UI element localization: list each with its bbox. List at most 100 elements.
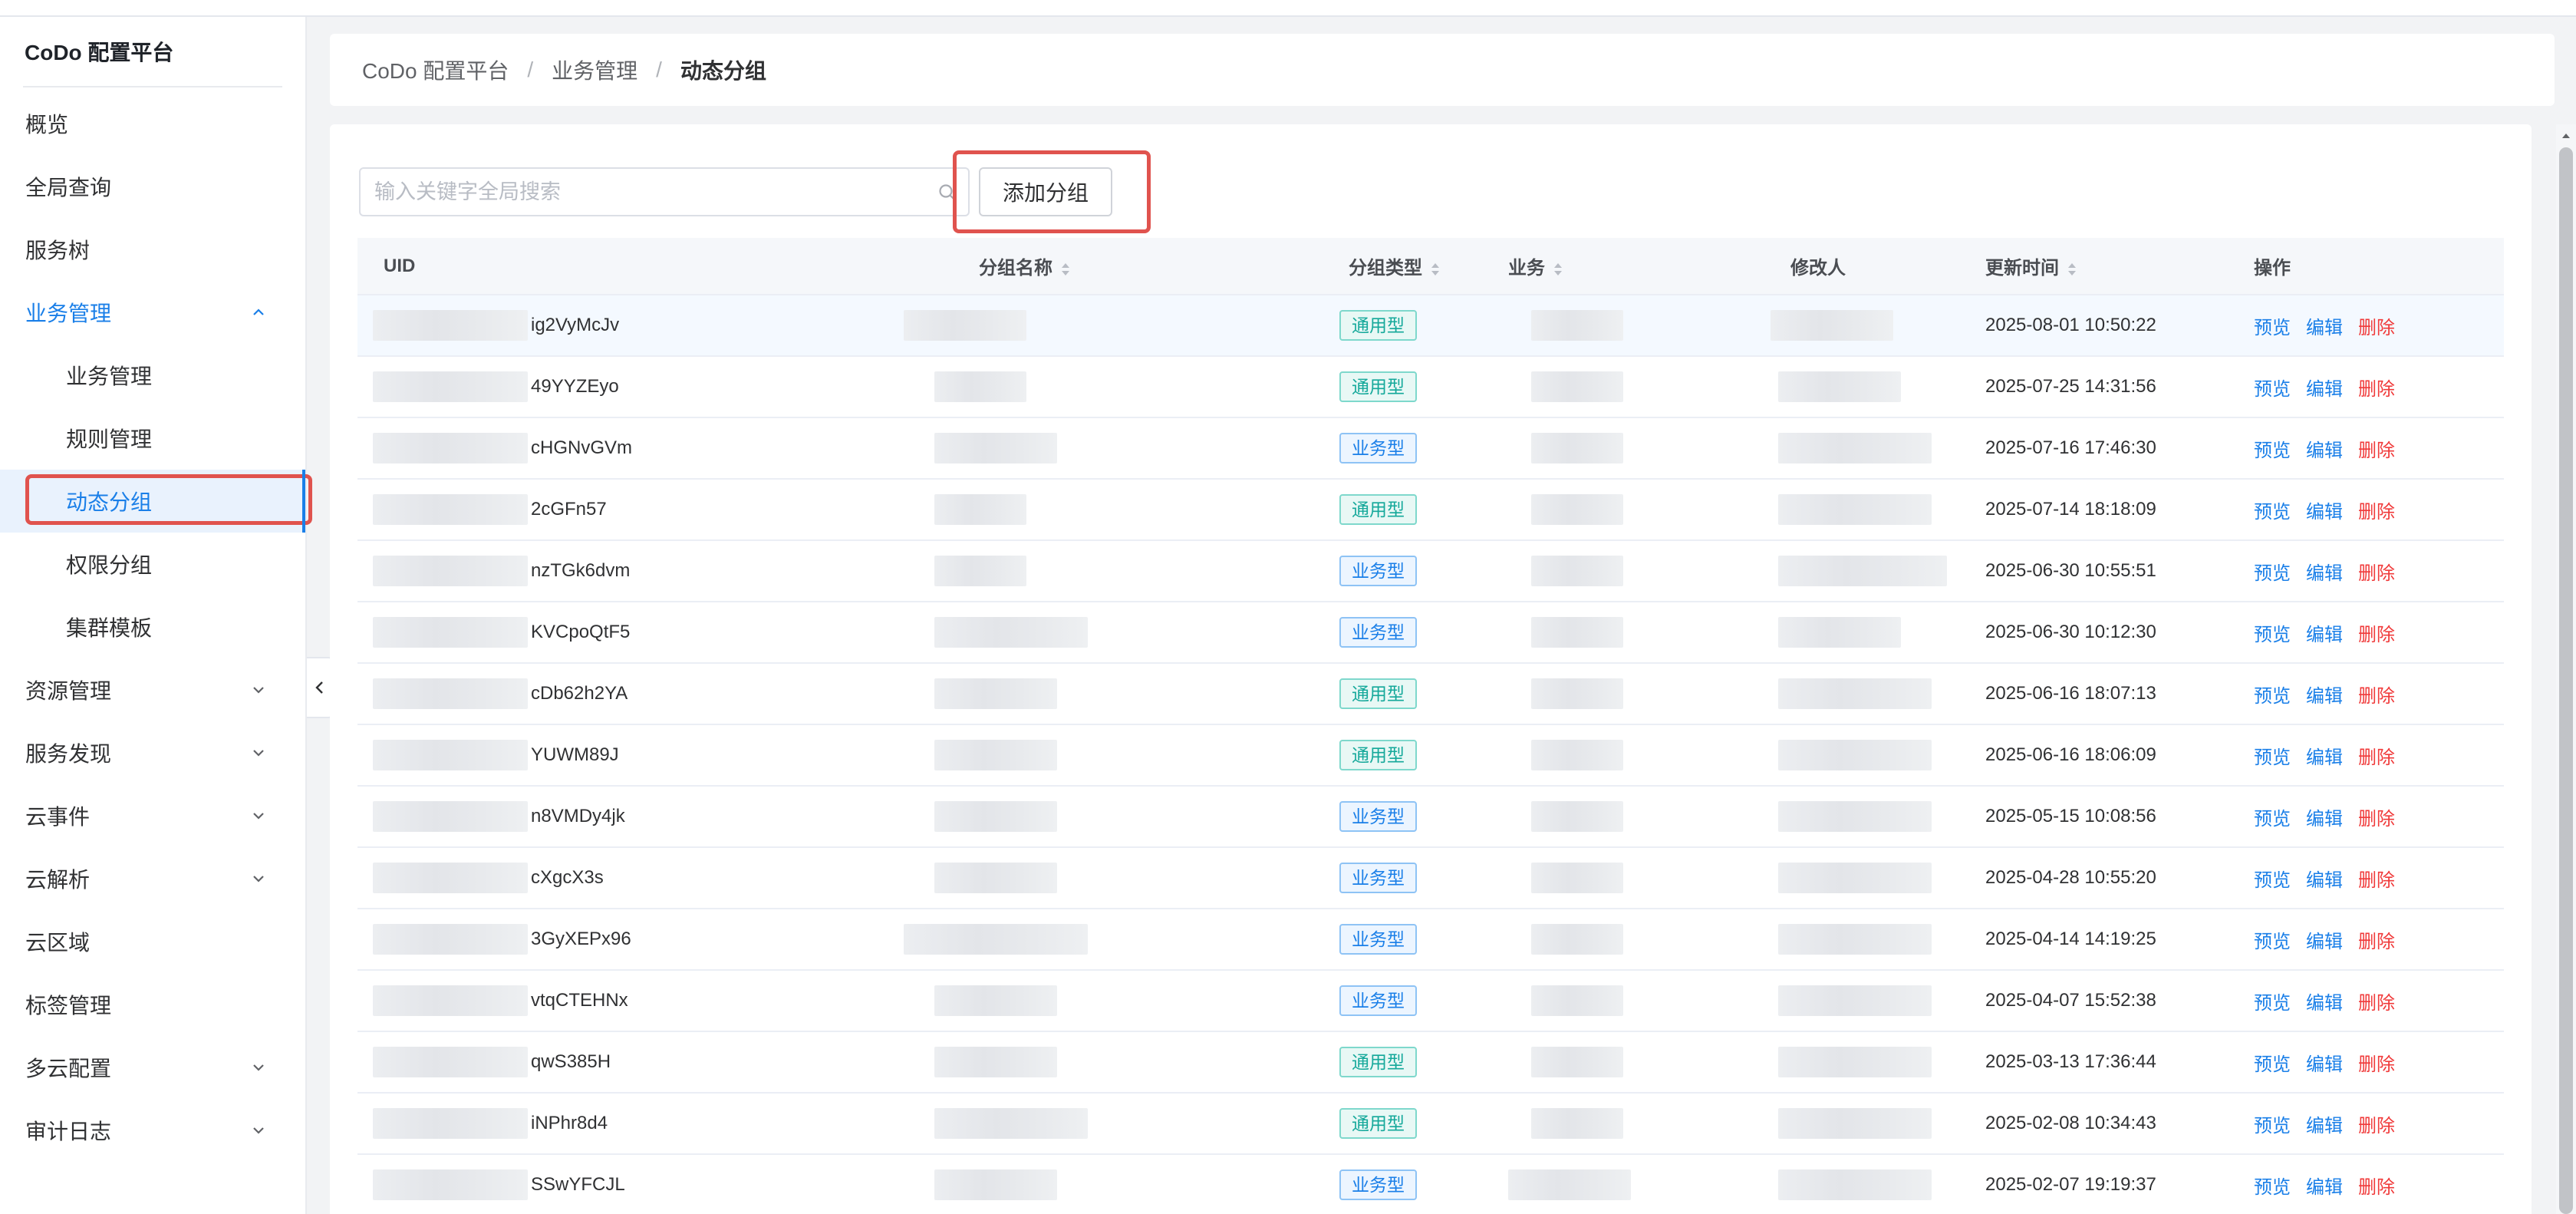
delete-link[interactable]: 删除 [2358,374,2395,401]
sidebar-item[interactable]: 概览 [0,92,305,155]
redacted-modifier [1778,494,1932,525]
table-row[interactable]: vtqCTEHNx 业务型 2025-04-07 15:52:38 预览 编辑 删除 [357,970,2504,1032]
preview-link[interactable]: 预览 [2254,374,2291,401]
sidebar-subitem[interactable]: 业务管理 [0,344,305,407]
table-row[interactable]: qwS385H 通用型 2025-03-13 17:36:44 预览 编辑 删除 [357,1031,2504,1094]
edit-link[interactable]: 编辑 [2306,865,2343,892]
sidebar-item[interactable]: 标签管理 [0,973,305,1036]
table-row[interactable]: nzTGk6dvm 业务型 2025-06-30 10:55:51 预览 编辑 删除 [357,540,2504,602]
sidebar-item[interactable]: 云解析 [0,847,305,910]
edit-link[interactable]: 编辑 [2306,926,2343,953]
sort-caret-icon[interactable] [2067,260,2077,279]
actions-cell: 预览 编辑 删除 [2238,417,2504,480]
sidebar-item[interactable]: 审计日志 [0,1099,305,1162]
column-header[interactable]: 分组类型 [1238,238,1508,295]
sort-caret-icon[interactable] [1553,260,1563,279]
sidebar-item[interactable]: 业务管理 [0,281,305,344]
sidebar-subitem[interactable]: 集群模板 [0,595,305,658]
column-header: 修改人 [1771,238,1962,295]
business-cell [1508,663,1771,725]
delete-link[interactable]: 删除 [2358,1049,2395,1076]
preview-link[interactable]: 预览 [2254,619,2291,646]
delete-link[interactable]: 删除 [2358,1172,2395,1199]
breadcrumb-item-business[interactable]: 业务管理 [552,54,637,85]
sidebar-item[interactable]: 资源管理 [0,658,305,721]
delete-link[interactable]: 删除 [2358,619,2395,646]
delete-link[interactable]: 删除 [2358,435,2395,462]
preview-link[interactable]: 预览 [2254,988,2291,1014]
sidebar-item[interactable]: 多云配置 [0,1036,305,1099]
preview-link[interactable]: 预览 [2254,865,2291,892]
preview-link[interactable]: 预览 [2254,803,2291,830]
delete-link[interactable]: 删除 [2358,312,2395,339]
delete-link[interactable]: 删除 [2358,865,2395,892]
edit-link[interactable]: 编辑 [2306,374,2343,401]
sidebar-item[interactable]: 服务发现 [0,721,305,784]
sidebar-item[interactable]: 云事件 [0,784,305,847]
edit-link[interactable]: 编辑 [2306,496,2343,523]
edit-link[interactable]: 编辑 [2306,1110,2343,1137]
scroll-thumb[interactable] [2559,147,2573,1214]
sort-caret-icon[interactable] [1060,260,1071,279]
column-header[interactable]: 分组名称 [888,238,1238,295]
edit-link[interactable]: 编辑 [2306,1049,2343,1076]
preview-link[interactable]: 预览 [2254,681,2291,708]
preview-link[interactable]: 预览 [2254,312,2291,339]
table-row[interactable]: SSwYFCJL 业务型 2025-02-07 19:19:37 预览 编辑 删除 [357,1154,2504,1214]
preview-link[interactable]: 预览 [2254,1172,2291,1199]
table-row[interactable]: ig2VyMcJv 通用型 2025-08-01 10:50:22 预览 编辑 删除 [357,295,2504,357]
edit-link[interactable]: 编辑 [2306,312,2343,339]
edit-link[interactable]: 编辑 [2306,681,2343,708]
edit-link[interactable]: 编辑 [2306,742,2343,769]
edit-link[interactable]: 编辑 [2306,558,2343,585]
delete-link[interactable]: 删除 [2358,988,2395,1014]
preview-link[interactable]: 预览 [2254,435,2291,462]
sidebar-item[interactable]: 云区域 [0,910,305,973]
edit-link[interactable]: 编辑 [2306,988,2343,1014]
column-header[interactable]: 业务 [1508,238,1771,295]
table-row[interactable]: YUWM89J 通用型 2025-06-16 18:06:09 预览 编辑 删除 [357,724,2504,787]
table-row[interactable]: cHGNvGVm 业务型 2025-07-16 17:46:30 预览 编辑 删除 [357,417,2504,480]
delete-link[interactable]: 删除 [2358,496,2395,523]
delete-link[interactable]: 删除 [2358,681,2395,708]
preview-link[interactable]: 预览 [2254,558,2291,585]
scroll-up-icon[interactable] [2561,130,2571,141]
sidebar-subitem[interactable]: 权限分组 [0,533,305,595]
delete-link[interactable]: 删除 [2358,742,2395,769]
sidebar-subitem[interactable]: 规则管理 [0,407,305,470]
preview-link[interactable]: 预览 [2254,496,2291,523]
sidebar-item[interactable]: 服务树 [0,218,305,281]
business-cell [1508,295,1771,357]
updated-time-cell: 2025-06-16 18:07:13 [1962,663,2238,725]
table-row[interactable]: cXgcX3s 业务型 2025-04-28 10:55:20 预览 编辑 删除 [357,847,2504,909]
scrollbar[interactable] [2556,124,2576,1214]
updated-time-cell: 2025-08-01 10:50:22 [1962,295,2238,357]
search-input[interactable] [374,180,911,204]
table-row[interactable]: KVCpoQtF5 业务型 2025-06-30 10:12:30 预览 编辑 删除 [357,602,2504,664]
column-header[interactable]: 更新时间 [1962,238,2238,295]
edit-link[interactable]: 编辑 [2306,803,2343,830]
breadcrumb-item-home[interactable]: CoDo 配置平台 [362,54,509,85]
delete-link[interactable]: 删除 [2358,558,2395,585]
sort-caret-icon[interactable] [1430,260,1441,279]
preview-link[interactable]: 预览 [2254,926,2291,953]
delete-link[interactable]: 删除 [2358,926,2395,953]
delete-link[interactable]: 删除 [2358,803,2395,830]
add-group-button[interactable]: 添加分组 [979,167,1112,216]
table-row[interactable]: 3GyXEPx96 业务型 2025-04-14 14:19:25 预览 编辑 删除 [357,909,2504,971]
preview-link[interactable]: 预览 [2254,742,2291,769]
redacted-group-name [904,924,1088,955]
preview-link[interactable]: 预览 [2254,1110,2291,1137]
table-row[interactable]: 49YYZEyo 通用型 2025-07-25 14:31:56 预览 编辑 删除 [357,356,2504,418]
preview-link[interactable]: 预览 [2254,1049,2291,1076]
table-row[interactable]: cDb62h2YA 通用型 2025-06-16 18:07:13 预览 编辑 删除 [357,663,2504,725]
sidebar-subitem[interactable]: 动态分组 [0,470,312,533]
delete-link[interactable]: 删除 [2358,1110,2395,1137]
edit-link[interactable]: 编辑 [2306,435,2343,462]
edit-link[interactable]: 编辑 [2306,619,2343,646]
edit-link[interactable]: 编辑 [2306,1172,2343,1199]
table-row[interactable]: iNPhr8d4 通用型 2025-02-08 10:34:43 预览 编辑 删除 [357,1093,2504,1155]
table-row[interactable]: 2cGFn57 通用型 2025-07-14 18:18:09 预览 编辑 删除 [357,479,2504,541]
table-row[interactable]: n8VMDy4jk 业务型 2025-05-15 10:08:56 预览 编辑 删除 [357,786,2504,848]
sidebar-item[interactable]: 全局查询 [0,155,305,218]
